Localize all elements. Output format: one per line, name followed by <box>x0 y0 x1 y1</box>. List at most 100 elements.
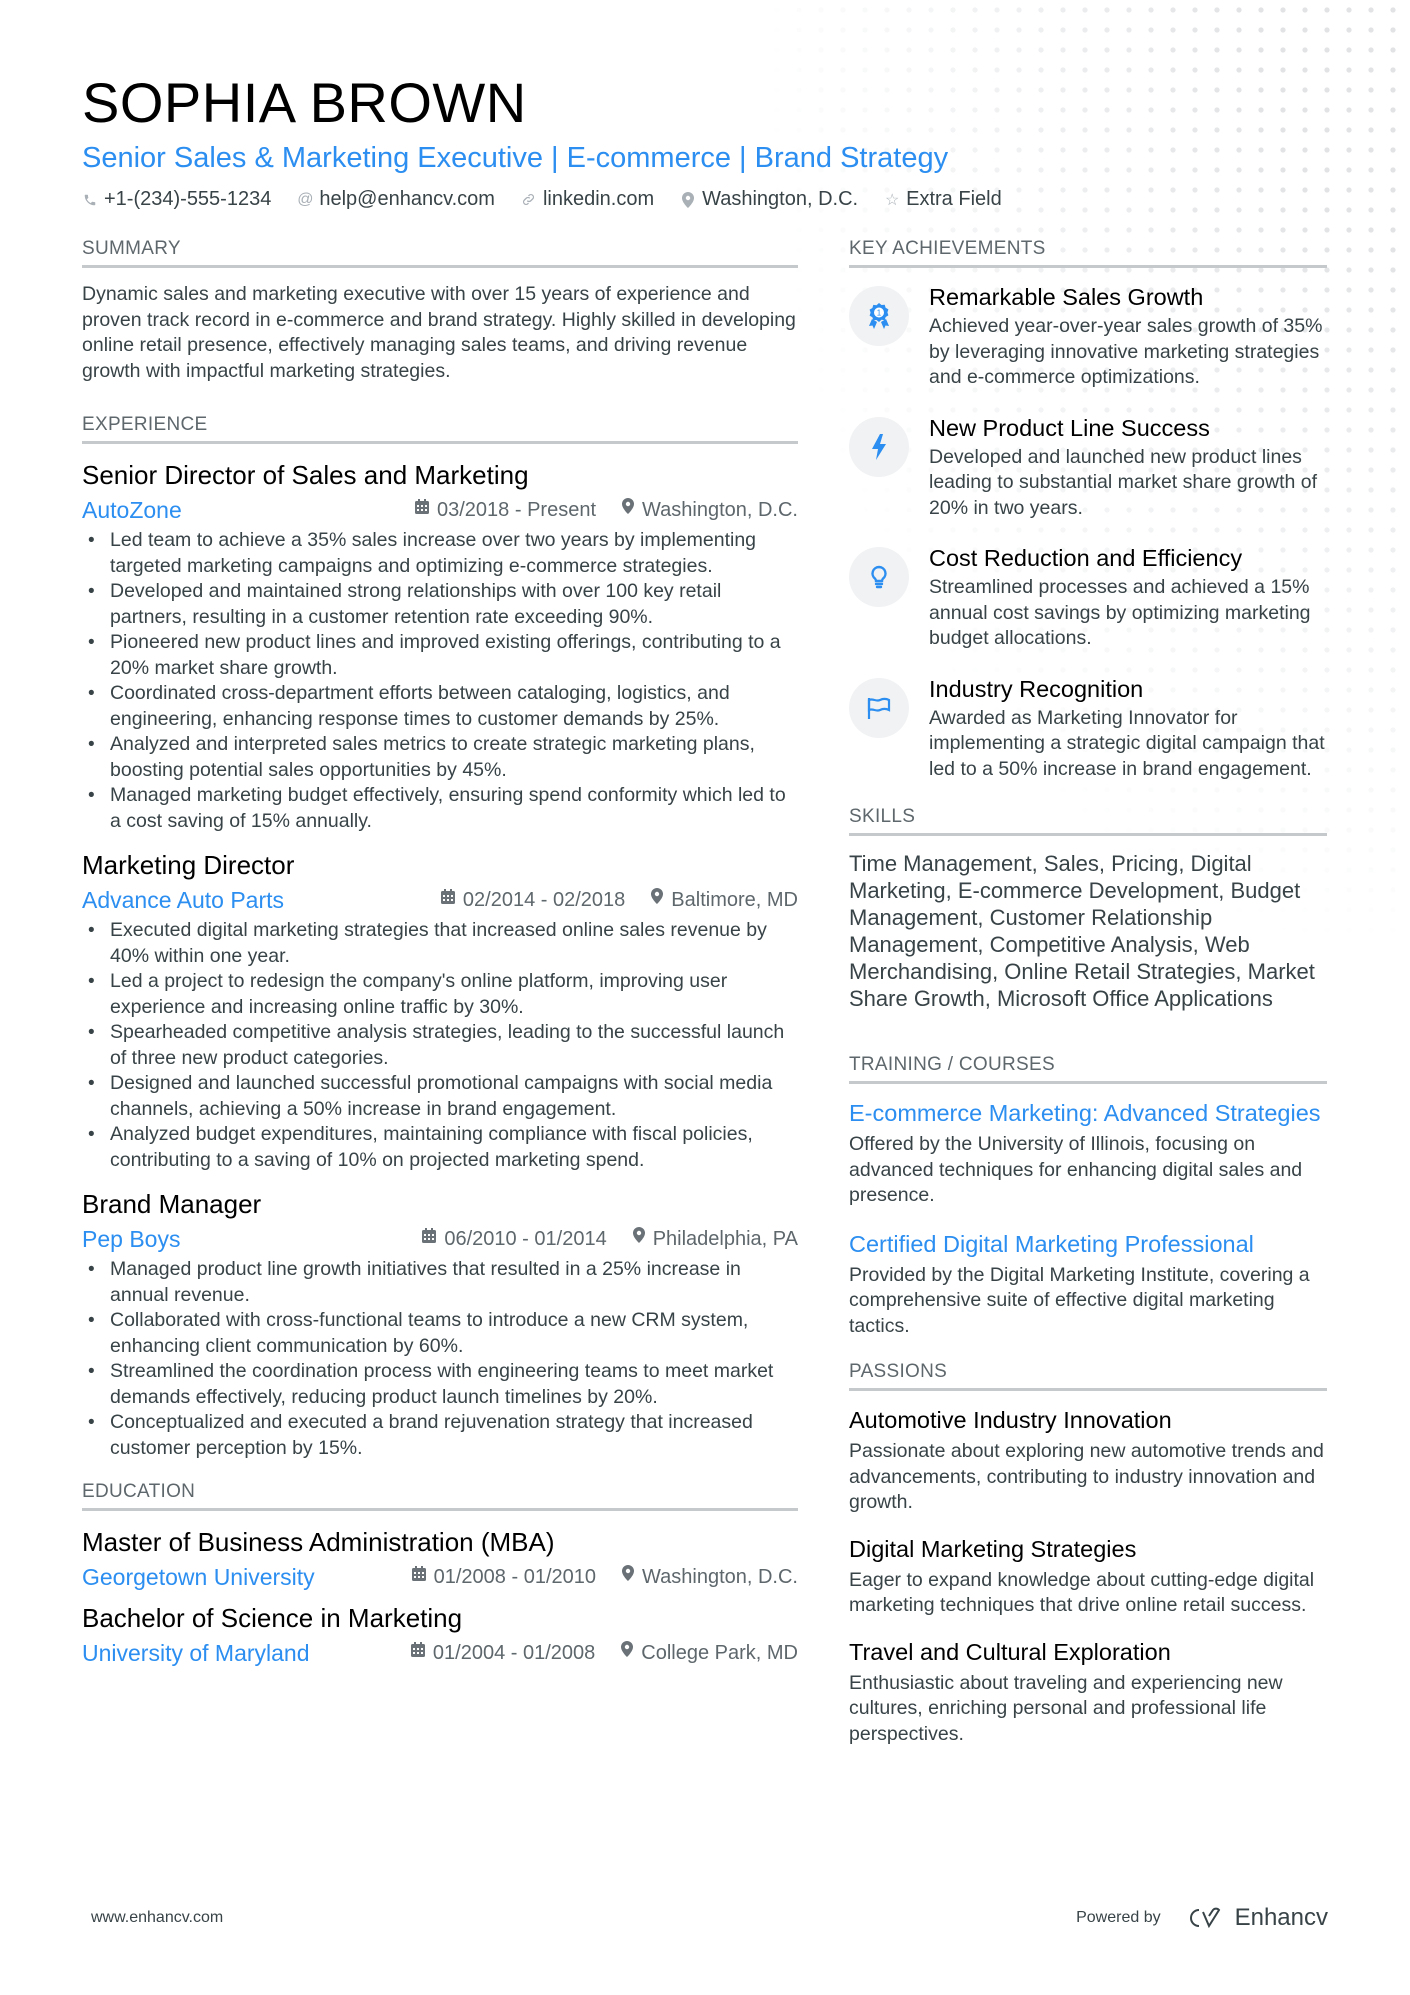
link-icon <box>521 192 537 207</box>
job-bullet: Led a project to redesign the company's … <box>82 969 798 1020</box>
company-name[interactable]: AutoZone <box>82 494 182 526</box>
candidate-name: SOPHIA BROWN <box>82 71 527 134</box>
job-bullet: Collaborated with cross-functional teams… <box>82 1308 798 1359</box>
location-text: College Park, MD <box>641 1642 798 1664</box>
passion-item: Automotive Industry Innovation Passionat… <box>849 1405 1327 1516</box>
location-text: Washington, D.C. <box>642 1566 798 1588</box>
contact-extra: ☆ Extra Field <box>884 188 1002 211</box>
meta-right: 03/2018 - Present Washington, D.C. <box>415 494 798 526</box>
location-pin-icon <box>621 1637 634 1669</box>
passion-title: Automotive Industry Innovation <box>849 1407 1172 1433</box>
location-text: Baltimore, MD <box>671 889 798 911</box>
powered-by: Powered by Enhancv <box>1076 1904 1328 1932</box>
job-bullet: Spearheaded competitive analysis strateg… <box>82 1020 798 1071</box>
job-title: Brand Manager <box>82 1189 262 1219</box>
training-section-title: TRAINING / COURSES <box>849 1052 1327 1084</box>
svg-text:1: 1 <box>877 309 882 318</box>
location: Washington, D.C. <box>622 494 798 526</box>
course-description: Provided by the Digital Marketing Instit… <box>849 1263 1310 1337</box>
enhancv-logo[interactable]: Enhancv <box>1185 1904 1328 1932</box>
location-pin-icon <box>632 1223 645 1255</box>
experience-section-title: EXPERIENCE <box>82 412 798 444</box>
lightning-bolt-icon <box>849 416 909 477</box>
contact-extra-text: Extra Field <box>906 188 1002 210</box>
contact-phone[interactable]: +1-(234)-555-1234 <box>82 188 271 211</box>
date-range: 06/2010 - 01/2014 <box>422 1223 607 1255</box>
job-bullet: Analyzed budget expenditures, maintainin… <box>82 1122 798 1173</box>
resume-header: SOPHIA BROWN Senior Sales & Marketing Ex… <box>82 70 1332 211</box>
date-range: 02/2014 - 02/2018 <box>440 884 626 916</box>
skills-section-title: SKILLS <box>849 804 1327 836</box>
location-pin-icon <box>622 1561 634 1593</box>
education-entry: Bachelor of Science in Marketing Univers… <box>82 1601 798 1669</box>
course-title[interactable]: Certified Digital Marketing Professional <box>849 1229 1327 1259</box>
lightbulb-icon <box>849 547 909 607</box>
location-text: Washington, D.C. <box>642 499 798 521</box>
date-text: 01/2008 - 01/2010 <box>433 1566 596 1588</box>
job-bullet: Pioneered new product lines and improved… <box>82 630 798 681</box>
flag-icon <box>849 677 909 738</box>
passion-description: Passionate about exploring new automotiv… <box>849 1440 1324 1513</box>
achievements-list: 1 Remarkable Sales Growth Achieved year-… <box>849 282 1327 782</box>
passions-section-title: PASSIONS <box>849 1359 1327 1391</box>
location-pin-icon <box>651 884 664 916</box>
job-title: Marketing Director <box>82 850 295 880</box>
job-bullet: Managed product line growth initiatives … <box>82 1257 798 1308</box>
achievement-title: Cost Reduction and Efficiency <box>929 545 1243 571</box>
star-icon: ☆ <box>884 191 900 209</box>
experience-entry: Marketing Director Advance Auto Parts 02… <box>82 848 798 1173</box>
passion-description: Eager to expand knowledge about cutting-… <box>849 1568 1315 1617</box>
job-meta: Pep Boys 06/2010 - 01/2014 Philadelphia,… <box>82 1223 798 1255</box>
course-title[interactable]: E-commerce Marketing: Advanced Strategie… <box>849 1098 1327 1128</box>
education-meta: Georgetown University 01/2008 - 01/2010 … <box>82 1561 798 1593</box>
summary-text: Dynamic sales and marketing executive wi… <box>82 283 796 382</box>
achievement-description: Streamlined processes and achieved a 15%… <box>929 576 1311 649</box>
company-name[interactable]: Pep Boys <box>82 1223 180 1255</box>
achievement-item: Cost Reduction and Efficiency Streamline… <box>849 543 1327 652</box>
passion-item: Digital Marketing Strategies Eager to ex… <box>849 1534 1327 1619</box>
date-text: 02/2014 - 02/2018 <box>462 889 626 911</box>
job-meta: AutoZone 03/2018 - Present Washington, D… <box>82 494 798 526</box>
passion-description: Enthusiastic about traveling and experie… <box>849 1671 1283 1745</box>
contact-email-text: help@enhancv.com <box>319 188 495 210</box>
right-column: KEY ACHIEVEMENTS 1 Remarkable Sales Grow… <box>849 236 1327 1765</box>
job-bullet: Designed and launched successful promoti… <box>82 1071 798 1122</box>
passion-title: Digital Marketing Strategies <box>849 1535 1137 1562</box>
date-range: 01/2004 - 01/2008 <box>410 1637 595 1669</box>
job-meta: Advance Auto Parts 02/2014 - 02/2018 Bal… <box>82 884 798 916</box>
job-bullets: Executed digital marketing strategies th… <box>82 918 798 1173</box>
job-bullet: Analyzed and interpreted sales metrics t… <box>82 732 798 783</box>
meta-right: 01/2008 - 01/2010 Washington, D.C. <box>411 1561 798 1593</box>
school-name[interactable]: Georgetown University <box>82 1561 315 1593</box>
location-text: Philadelphia, PA <box>652 1228 798 1250</box>
school-name[interactable]: University of Maryland <box>82 1637 310 1669</box>
calendar-icon <box>422 1223 437 1255</box>
job-bullet: Managed marketing budget effectively, en… <box>82 783 798 834</box>
education-meta: University of Maryland 01/2004 - 01/2008… <box>82 1637 798 1669</box>
achievement-item: 1 Remarkable Sales Growth Achieved year-… <box>849 282 1327 391</box>
meta-right: 01/2004 - 01/2008 College Park, MD <box>410 1637 798 1669</box>
education-entry: Master of Business Administration (MBA) … <box>82 1525 798 1593</box>
degree-title: Master of Business Administration (MBA) <box>82 1527 555 1557</box>
contact-email[interactable]: @ help@enhancv.com <box>297 188 495 211</box>
date-text: 03/2018 - Present <box>437 499 596 521</box>
location: Baltimore, MD <box>651 884 798 916</box>
enhancv-logo-icon <box>1189 1907 1220 1929</box>
job-bullet: Led team to achieve a 35% sales increase… <box>82 528 798 579</box>
course-description: Offered by the University of Illinois, f… <box>849 1133 1303 1206</box>
company-name[interactable]: Advance Auto Parts <box>82 884 284 916</box>
footer-website-link[interactable]: www.enhancv.com <box>91 1909 223 1927</box>
contact-linkedin[interactable]: linkedin.com <box>521 188 654 211</box>
date-range: 03/2018 - Present <box>415 494 596 526</box>
at-icon: @ <box>297 190 314 208</box>
job-bullet: Streamlined the coordination process wit… <box>82 1359 798 1410</box>
experience-entry: Senior Director of Sales and Marketing A… <box>82 458 798 834</box>
education-list: Master of Business Administration (MBA) … <box>82 1525 798 1669</box>
achievement-description: Awarded as Marketing Innovator for imple… <box>929 706 1325 780</box>
job-title: Senior Director of Sales and Marketing <box>82 460 529 490</box>
achievement-description: Achieved year-over-year sales growth of … <box>929 315 1323 388</box>
summary-section-title: SUMMARY <box>82 236 798 268</box>
calendar-icon <box>415 494 429 526</box>
achievement-title: Industry Recognition <box>929 675 1144 702</box>
experience-list: Senior Director of Sales and Marketing A… <box>82 458 798 1461</box>
